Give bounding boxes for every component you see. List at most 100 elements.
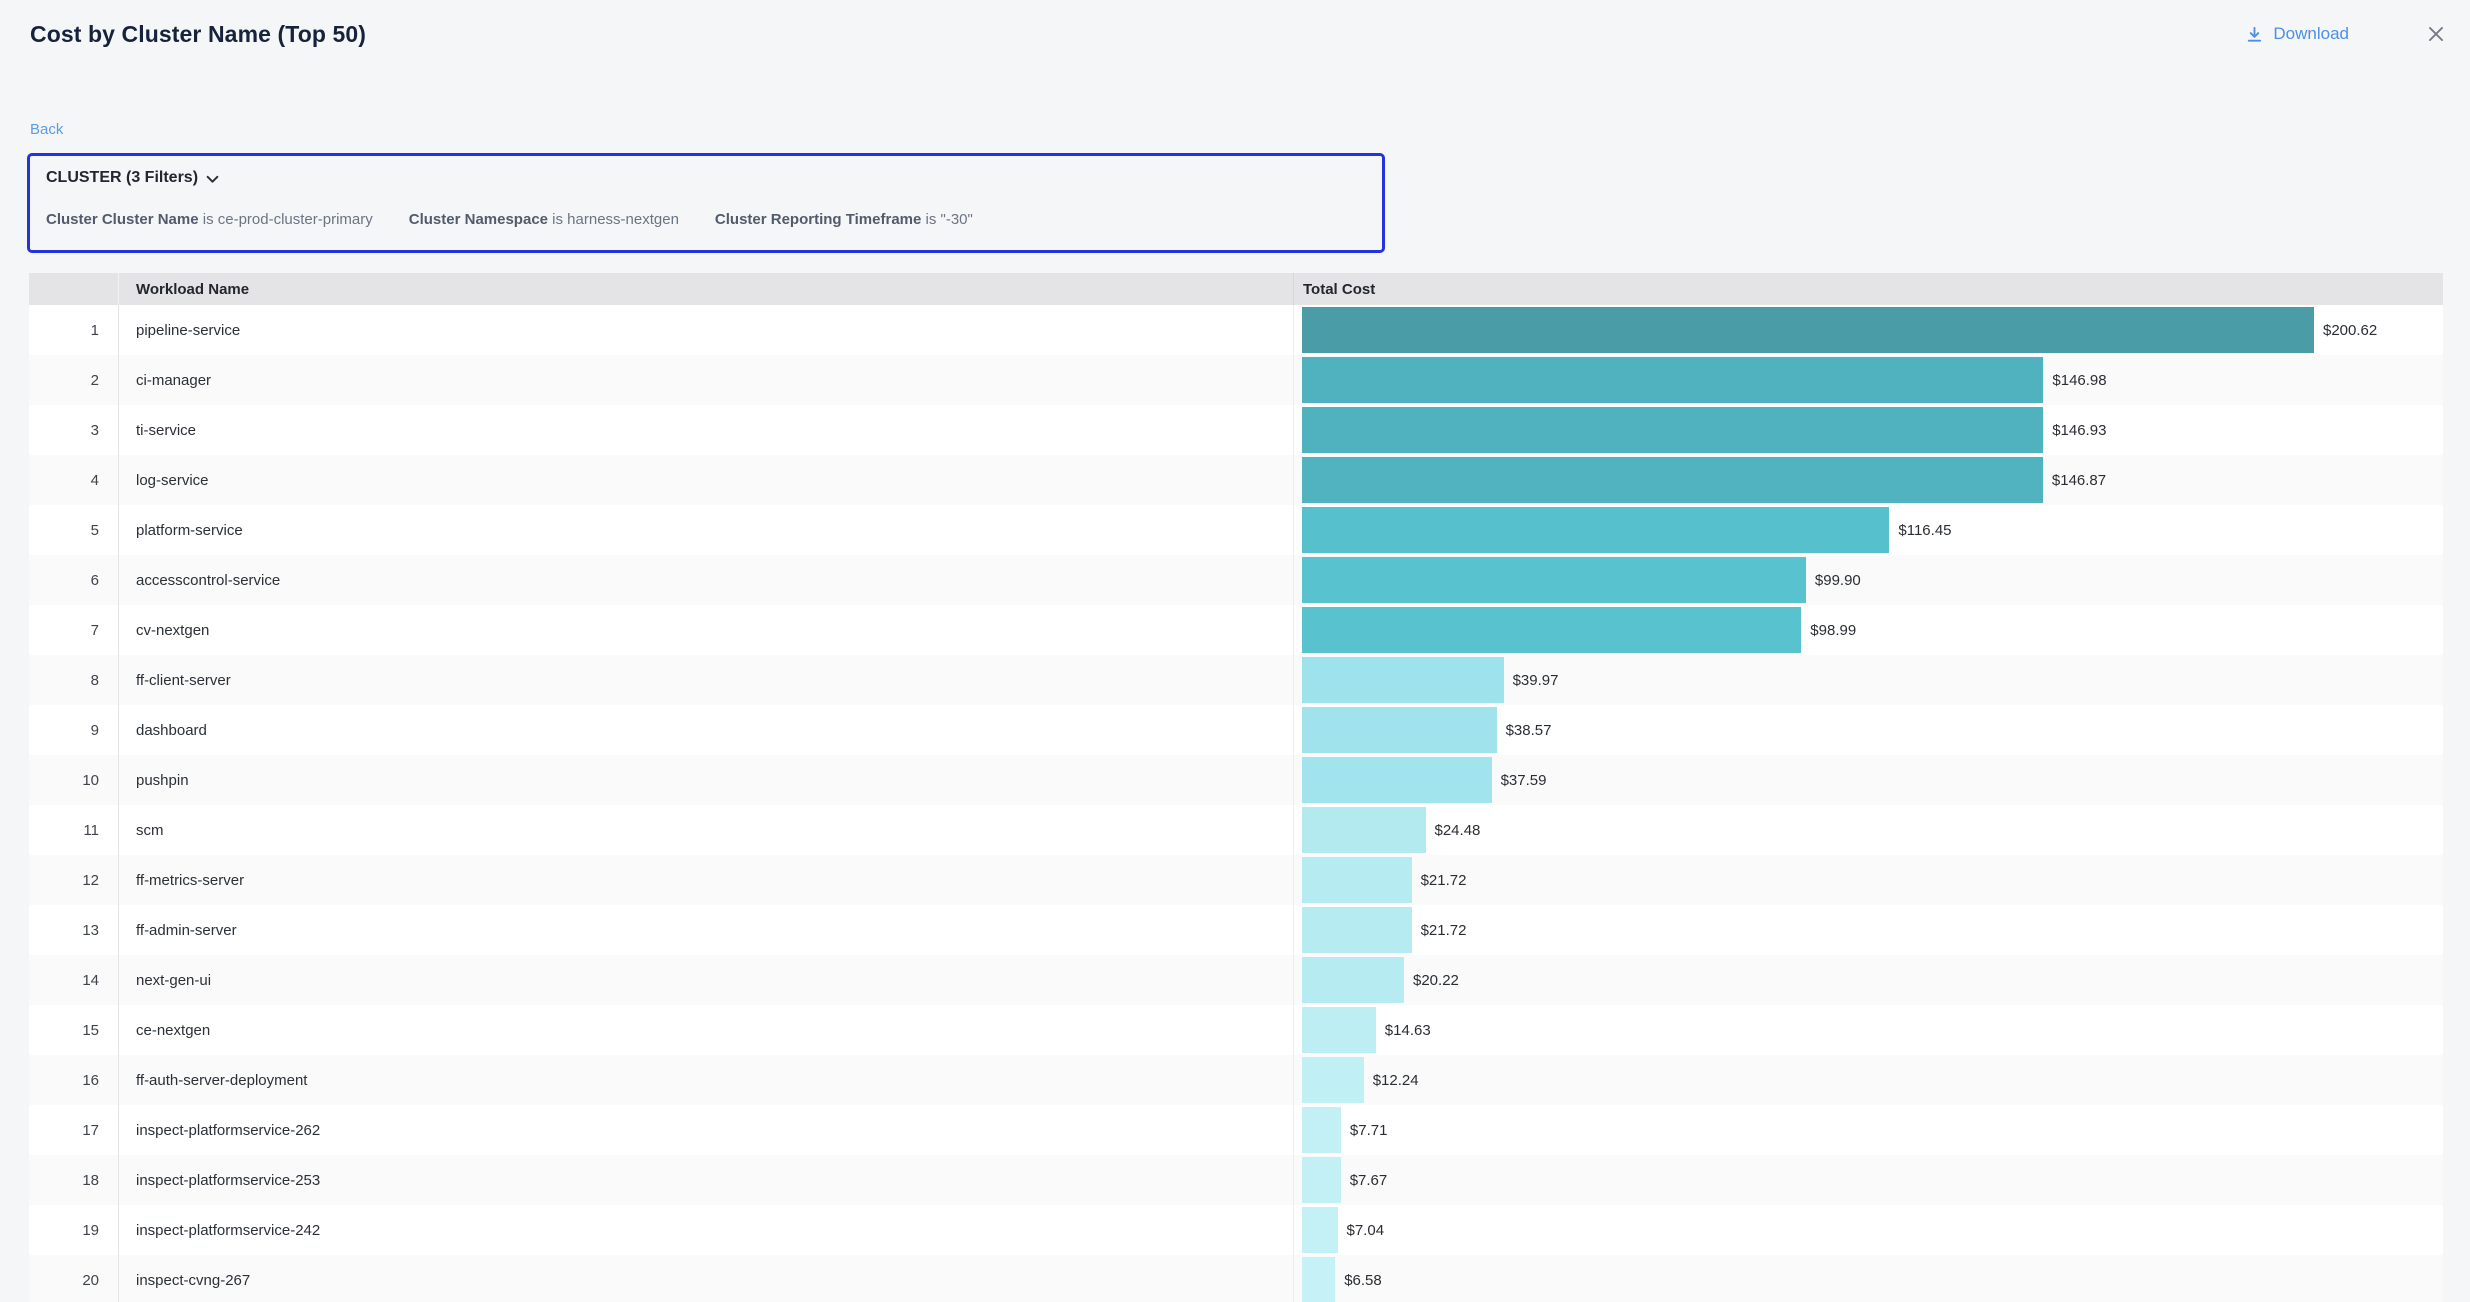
cost-value: $38.57 — [1506, 722, 1552, 739]
table-row: 18inspect-platformservice-253 $7.67 — [29, 1155, 2443, 1205]
cost-value: $99.90 — [1815, 572, 1861, 589]
cost-bar[interactable] — [1302, 607, 1801, 653]
cost-bar[interactable] — [1302, 457, 2043, 503]
row-total-cost: $7.67 — [1294, 1155, 2443, 1205]
filter-panel: CLUSTER (3 Filters) Cluster Cluster Name… — [27, 153, 1385, 253]
download-label: Download — [2273, 24, 2349, 44]
cost-value: $6.58 — [1344, 1272, 1382, 1289]
cost-bar[interactable] — [1302, 507, 1889, 553]
table-row: 13ff-admin-server$21.72 — [29, 905, 2443, 955]
cost-value: $146.98 — [2052, 372, 2106, 389]
cost-bar[interactable] — [1302, 1157, 1341, 1203]
cost-bar[interactable] — [1302, 307, 2314, 353]
table-row: 19inspect-platformservice-242$7.04 — [29, 1205, 2443, 1255]
cost-value: $7.71 — [1350, 1122, 1388, 1139]
cost-bar[interactable] — [1302, 907, 1412, 953]
cost-bar[interactable] — [1302, 407, 2043, 453]
filter-group-toggle[interactable]: CLUSTER (3 Filters) — [46, 169, 219, 187]
cost-bar[interactable] — [1302, 1257, 1335, 1302]
cost-bar[interactable] — [1302, 1207, 1338, 1253]
cost-bar[interactable] — [1302, 707, 1497, 753]
back-link[interactable]: Back — [30, 121, 63, 138]
table-row: 15ce-nextgen$14.63 — [29, 1005, 2443, 1055]
cost-bar[interactable] — [1302, 957, 1404, 1003]
table-row: 10pushpin$37.59 — [29, 755, 2443, 805]
table-row: 16ff-auth-server-deployment $12.24 — [29, 1055, 2443, 1105]
row-total-cost: $116.45 — [1294, 505, 2443, 555]
cost-bar[interactable] — [1302, 357, 2043, 403]
row-rank: 20 — [29, 1255, 119, 1302]
cost-bar[interactable] — [1302, 807, 1426, 853]
table-row: 8ff-client-server$39.97 — [29, 655, 2443, 705]
row-workload-name: inspect-platformservice-253 — [119, 1155, 1294, 1205]
row-total-cost: $39.97 — [1294, 655, 2443, 705]
cost-value: $7.67 — [1350, 1172, 1388, 1189]
row-total-cost: $146.98 — [1294, 355, 2443, 405]
row-total-cost: $12.24 — [1294, 1055, 2443, 1105]
row-rank: 16 — [29, 1055, 119, 1105]
row-workload-name: inspect-cvng-267 — [119, 1255, 1294, 1302]
cost-value: $12.24 — [1373, 1072, 1419, 1089]
table-row: 7cv-nextgen$98.99 — [29, 605, 2443, 655]
filter-field-name: Cluster Cluster Name — [46, 211, 199, 228]
table-row: 11scm$24.48 — [29, 805, 2443, 855]
cost-value: $37.59 — [1501, 772, 1547, 789]
row-workload-name: pipeline-service — [119, 305, 1294, 355]
row-rank: 9 — [29, 705, 119, 755]
row-total-cost: $7.04 — [1294, 1205, 2443, 1255]
cost-value: $200.62 — [2323, 322, 2377, 339]
filter-field-name: Cluster Namespace — [409, 211, 548, 228]
row-total-cost: $24.48 — [1294, 805, 2443, 855]
filter-condition: is "-30" — [921, 211, 973, 228]
row-rank: 3 — [29, 405, 119, 455]
download-button[interactable]: Download — [2245, 24, 2349, 44]
row-workload-name: log-service — [119, 455, 1294, 505]
filter-field-name: Cluster Reporting Timeframe — [715, 211, 921, 228]
row-rank: 5 — [29, 505, 119, 555]
row-workload-name: ti-service — [119, 405, 1294, 455]
row-total-cost: $200.62 — [1294, 305, 2443, 355]
row-rank: 18 — [29, 1155, 119, 1205]
cost-bar[interactable] — [1302, 657, 1504, 703]
row-total-cost: $38.57 — [1294, 705, 2443, 755]
row-total-cost: $37.59 — [1294, 755, 2443, 805]
close-icon — [2425, 23, 2447, 45]
row-rank: 13 — [29, 905, 119, 955]
table-row: 12ff-metrics-server$21.72 — [29, 855, 2443, 905]
row-rank: 6 — [29, 555, 119, 605]
row-workload-name: ff-auth-server-deployment — [119, 1055, 1294, 1105]
modal-header: Cost by Cluster Name (Top 50) Download — [30, 14, 2447, 54]
close-button[interactable] — [2425, 23, 2447, 45]
table-row: 14next-gen-ui$20.22 — [29, 955, 2443, 1005]
filter-clause: Cluster Namespace is harness-nextgen — [409, 211, 679, 228]
cost-bar[interactable] — [1302, 1007, 1376, 1053]
rank-column-header — [29, 273, 119, 305]
cost-value: $14.63 — [1385, 1022, 1431, 1039]
row-rank: 8 — [29, 655, 119, 705]
cost-bar[interactable] — [1302, 757, 1492, 803]
cost-bar[interactable] — [1302, 857, 1412, 903]
row-workload-name: accesscontrol-service — [119, 555, 1294, 605]
row-workload-name: inspect-platformservice-242 — [119, 1205, 1294, 1255]
cost-bar[interactable] — [1302, 557, 1806, 603]
row-workload-name: inspect-platformservice-262 — [119, 1105, 1294, 1155]
table-row: 20inspect-cvng-267 $6.58 — [29, 1255, 2443, 1302]
row-rank: 19 — [29, 1205, 119, 1255]
cost-bar[interactable] — [1302, 1057, 1364, 1103]
cost-value: $116.45 — [1898, 522, 1951, 539]
filter-group-label: CLUSTER (3 Filters) — [46, 169, 198, 187]
header-actions: Download — [2245, 23, 2447, 45]
row-rank: 15 — [29, 1005, 119, 1055]
table-row: 3ti-service$146.93 — [29, 405, 2443, 455]
row-workload-name: ci-manager — [119, 355, 1294, 405]
row-total-cost: $98.99 — [1294, 605, 2443, 655]
table-row: 1pipeline-service$200.62 — [29, 305, 2443, 355]
row-total-cost: $146.87 — [1294, 455, 2443, 505]
row-rank: 14 — [29, 955, 119, 1005]
cost-value: $39.97 — [1513, 672, 1559, 689]
table-header-row: Workload Name Total Cost — [29, 273, 2443, 305]
cost-bar[interactable] — [1302, 1107, 1341, 1153]
row-rank: 2 — [29, 355, 119, 405]
row-workload-name: cv-nextgen — [119, 605, 1294, 655]
table-row: 6accesscontrol-service $99.90 — [29, 555, 2443, 605]
